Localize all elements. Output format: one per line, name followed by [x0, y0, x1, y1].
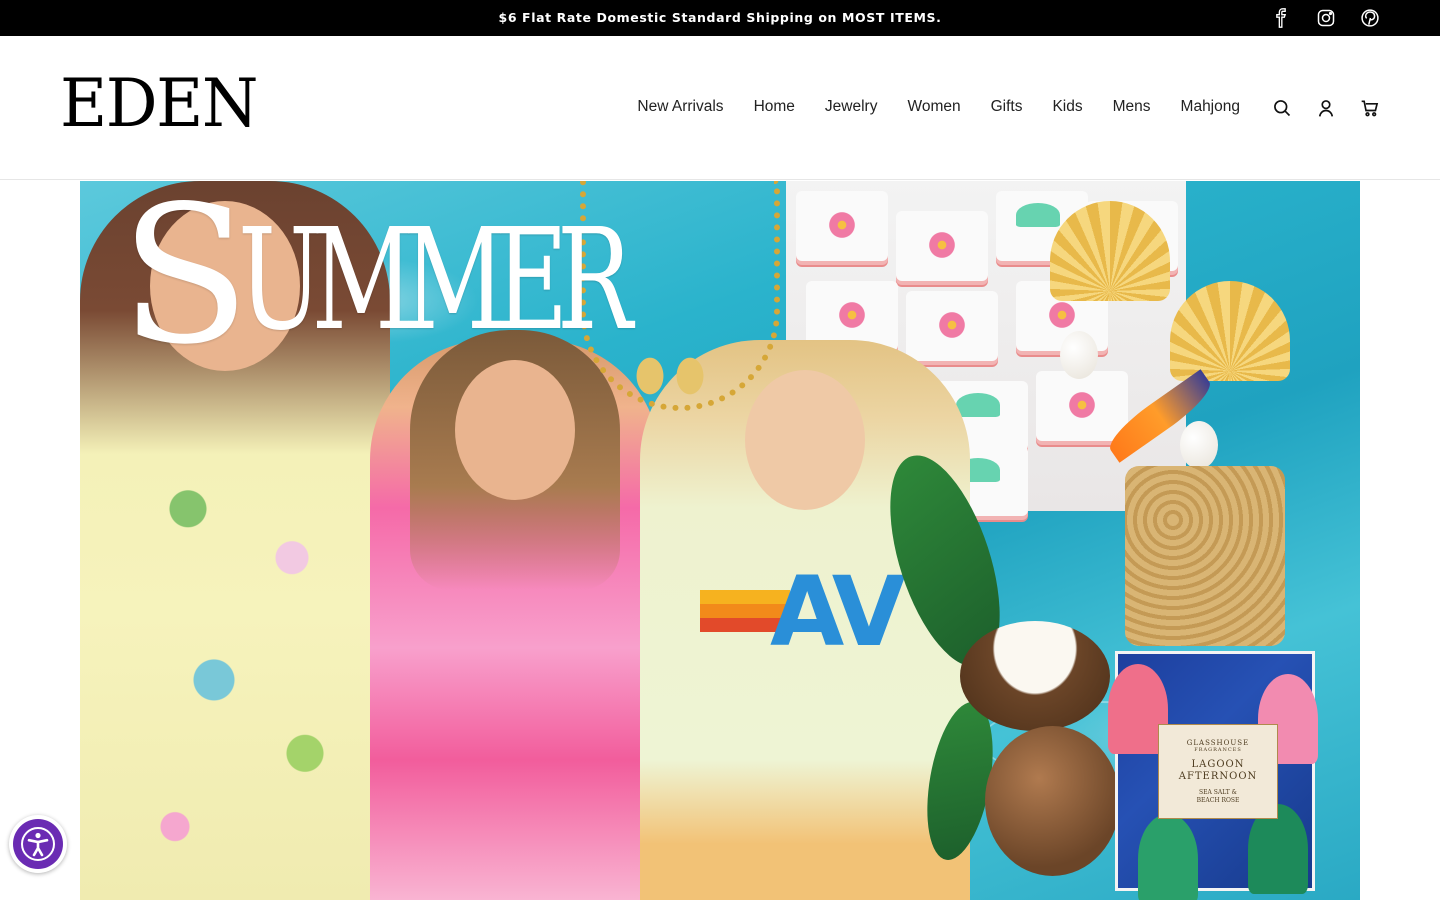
nav-item-gifts[interactable]: Gifts — [991, 98, 1023, 116]
announcement-bar: $6 Flat Rate Domestic Standard Shipping … — [0, 0, 1440, 36]
product-label: GLASSHOUSE FRAGRANCES LAGOON AFTERNOON S… — [1158, 724, 1278, 819]
nav-item-kids[interactable]: Kids — [1052, 98, 1082, 116]
site-logo[interactable]: EDEN — [60, 68, 258, 140]
rattan-candle-image — [1125, 466, 1285, 646]
coconut-image — [960, 621, 1110, 731]
nav-item-new-arrivals[interactable]: New Arrivals — [637, 98, 723, 116]
nav-item-home[interactable]: Home — [754, 98, 795, 116]
nav-item-mahjong[interactable]: Mahjong — [1181, 98, 1240, 116]
site-header: EDEN New Arrivals Home Jewelry Women Gif… — [0, 36, 1440, 180]
coconut-image — [985, 726, 1120, 876]
candle-box-image: GLASSHOUSE FRAGRANCES LAGOON AFTERNOON S… — [1108, 651, 1318, 900]
nav-item-women[interactable]: Women — [907, 98, 960, 116]
cart-icon[interactable] — [1358, 96, 1382, 120]
nav-item-jewelry[interactable]: Jewelry — [825, 98, 878, 116]
hero-headline-rest: UMMER — [238, 199, 633, 362]
tee-graphic: AV — [700, 564, 906, 660]
search-icon[interactable] — [1270, 96, 1294, 120]
nav-item-mens[interactable]: Mens — [1113, 98, 1151, 116]
model-image-pink-outfit — [370, 330, 660, 900]
earring-image — [1170, 281, 1290, 381]
hero-banner[interactable]: AV GLASSHOUSE FRAGRANCES LAGOON AFTERNOO… — [80, 181, 1360, 900]
model-image-tee: AV — [640, 340, 970, 900]
facebook-icon[interactable] — [1270, 7, 1292, 29]
account-icon[interactable] — [1314, 96, 1338, 120]
pearl-image — [1180, 421, 1218, 469]
pinterest-icon[interactable] — [1359, 7, 1381, 29]
hero-headline-initial: S — [120, 181, 251, 386]
hero-headline: S UMMER — [120, 181, 660, 381]
pearl-image — [1060, 331, 1098, 379]
announcement-text: $6 Flat Rate Domestic Standard Shipping … — [498, 10, 942, 25]
accessibility-button[interactable] — [9, 815, 67, 873]
instagram-icon[interactable] — [1315, 7, 1337, 29]
accessibility-icon — [13, 819, 63, 869]
main-nav: New Arrivals Home Jewelry Women Gifts Ki… — [637, 98, 1240, 116]
